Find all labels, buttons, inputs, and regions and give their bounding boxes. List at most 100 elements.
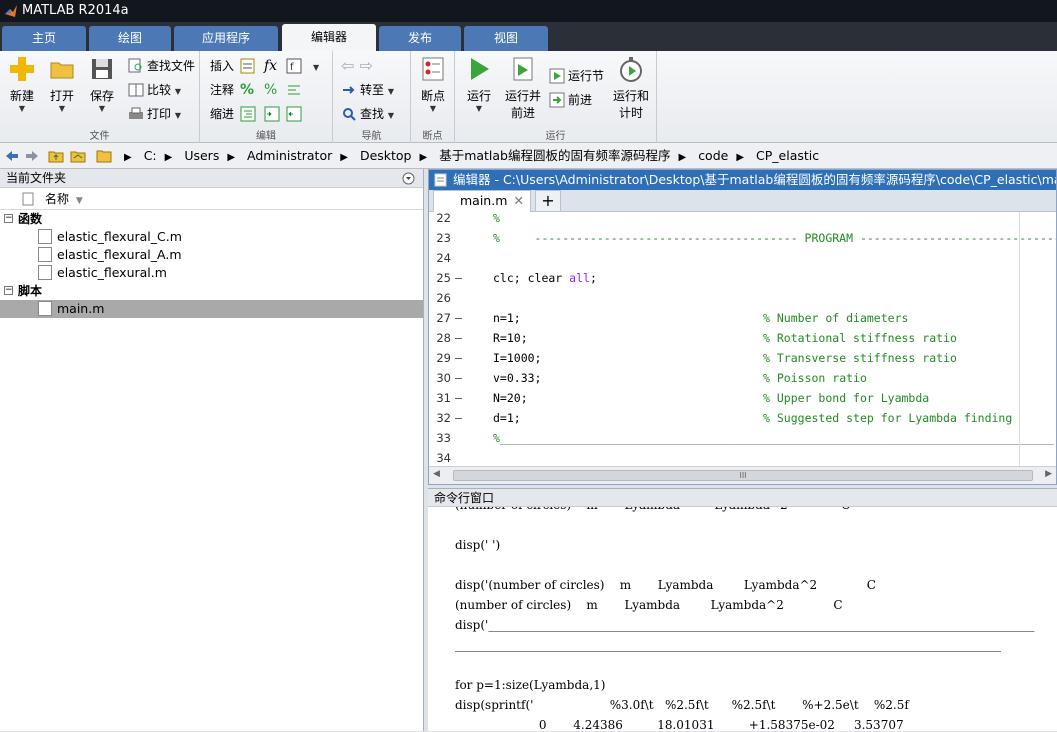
comment-percent-icon[interactable]: % xyxy=(240,79,254,101)
insert-function-icon[interactable]: f ▼ xyxy=(286,55,319,77)
browse-folder-icon[interactable] xyxy=(70,148,86,164)
tab-publish[interactable]: 发布 xyxy=(379,26,461,51)
code-line[interactable]: 34 xyxy=(429,448,1056,462)
uncomment-icon[interactable]: % xyxy=(264,79,277,101)
breakpoints-button[interactable]: 断点 ▼ xyxy=(413,55,453,114)
run-and-advance-button[interactable]: 运行并 前进 xyxy=(501,55,545,121)
file-item[interactable]: elastic_flexural_A.m xyxy=(0,246,423,264)
indent-button[interactable]: 缩进 xyxy=(210,103,234,125)
advance-button[interactable]: 前进 xyxy=(549,89,592,111)
tab-view[interactable]: 视图 xyxy=(464,26,548,51)
run-time-label-2: 计时 xyxy=(618,106,643,120)
code-comment: % Upper bond for Lyambda xyxy=(763,391,930,405)
run-time-label-1: 运行和 xyxy=(612,89,649,103)
breadcrumb-chevron-icon: ▶ xyxy=(340,152,348,163)
file-item[interactable]: elastic_flexural.m xyxy=(0,264,423,282)
code-comment: % Suggested step for Lyambda finding xyxy=(763,411,1013,425)
breadcrumb-item[interactable]: Desktop xyxy=(360,148,412,163)
code-comment: % Number of diameters xyxy=(763,311,909,325)
find-files-button[interactable]: 查找文件 xyxy=(128,55,195,77)
code-line[interactable]: 24 xyxy=(429,248,1056,268)
up-folder-icon[interactable] xyxy=(48,148,64,164)
code-line[interactable]: 26 xyxy=(429,288,1056,308)
decrease-indent-icon[interactable] xyxy=(286,103,305,125)
run-section-button[interactable]: 运行节 xyxy=(549,65,604,87)
tab-apps[interactable]: 应用程序 xyxy=(174,26,278,51)
breadcrumb-item[interactable]: code xyxy=(698,148,728,163)
code-area[interactable]: 22% 23 % ---------------------------------… xyxy=(429,208,1056,462)
scrollbar-thumb[interactable]: III xyxy=(453,470,1033,481)
run-section-label: 运行节 xyxy=(568,69,605,83)
code-line[interactable]: 31– N=20; % Upper bond for Lyambda xyxy=(429,388,1056,408)
open-button[interactable]: 打开 ▼ xyxy=(42,55,82,114)
code-comment: % Transverse stiffness ratio xyxy=(763,351,957,365)
stopwatch-icon xyxy=(617,55,645,83)
breadcrumb-item[interactable]: C: xyxy=(144,148,157,163)
code-line[interactable]: 29– I=1000; % Transverse stiffness ratio xyxy=(429,348,1056,368)
command-window-output[interactable]: (number of circles) m Lyambda Lyambda^2 … xyxy=(428,507,1057,732)
file-item[interactable]: elastic_flexural_C.m xyxy=(0,228,423,246)
wrap-comment-icon[interactable] xyxy=(286,79,305,101)
command-output-line: ________________________________________… xyxy=(455,638,1001,652)
breadcrumb-item[interactable]: Users xyxy=(184,148,219,163)
editor-title-bar: 编辑器 - C:\Users\Administrator\Desktop\基于m… xyxy=(429,170,1056,190)
back-nav-icon[interactable]: ⇦ ⇨ xyxy=(341,55,373,77)
run-and-time-button[interactable]: 运行和 计时 xyxy=(611,55,651,121)
column-header-name[interactable]: 名称 ▼ xyxy=(0,188,423,210)
forward-arrow-icon[interactable] xyxy=(24,148,40,164)
code-comment: %_______________________________________… xyxy=(493,431,1054,445)
code-line[interactable]: 23 % ------------------------------------… xyxy=(429,228,1056,248)
smart-indent-icon[interactable] xyxy=(240,103,259,125)
indent-label: 缩进 xyxy=(210,107,235,121)
print-button[interactable]: 打印 ▼ xyxy=(128,103,181,125)
back-arrow-icon[interactable] xyxy=(4,148,20,164)
function-file-icon xyxy=(38,265,52,280)
group-functions[interactable]: − 函数 xyxy=(0,210,423,228)
code-line[interactable]: 32– d=1; % Suggested step for Lyambda fin… xyxy=(429,408,1056,428)
collapse-toggle-icon[interactable]: − xyxy=(4,214,13,223)
comment-button[interactable]: 注释 xyxy=(210,79,234,101)
dropdown-arrow-icon: ▼ xyxy=(58,104,66,113)
find-button[interactable]: 查找 ▼ xyxy=(341,103,394,125)
insert-button[interactable]: 插入 xyxy=(210,55,234,77)
current-folder-title: 当前文件夹 xyxy=(6,171,67,185)
code-line[interactable]: 25– clc; clear all; xyxy=(429,268,1056,288)
collapse-toggle-icon[interactable]: − xyxy=(4,286,13,295)
new-button[interactable]: 新建 ▼ xyxy=(2,55,42,114)
code-text: v=0.33; % Poisson ratio xyxy=(493,371,867,385)
executable-marker: – xyxy=(455,371,462,385)
tab-editor[interactable]: 编辑器 xyxy=(282,24,376,51)
scroll-right-icon[interactable]: ▶ xyxy=(1045,469,1052,479)
editor-title: 编辑器 - C:\Users\Administrator\Desktop\基于m… xyxy=(453,172,1056,187)
file-item-selected[interactable]: main.m xyxy=(0,300,423,318)
tab-plots[interactable]: 绘图 xyxy=(89,26,171,51)
code-text: R=10; % Rotational stiffness ratio xyxy=(493,331,957,345)
script-file-icon xyxy=(38,301,52,316)
code-text: d=1; % Suggested step for Lyambda findin… xyxy=(493,411,1013,425)
code-line[interactable]: 30– v=0.33; % Poisson ratio xyxy=(429,368,1056,388)
tab-home[interactable]: 主页 xyxy=(2,26,86,51)
file-name: elastic_flexural.m xyxy=(57,265,167,280)
code-line[interactable]: 22% xyxy=(429,208,1056,228)
breadcrumb-item[interactable]: Administrator xyxy=(247,148,332,163)
code-line[interactable]: 33 %_____________________________________… xyxy=(429,428,1056,448)
run-button[interactable]: 运行 ▼ xyxy=(459,55,499,114)
horizontal-scrollbar[interactable]: ◀ III ▶ xyxy=(429,466,1056,484)
breadcrumb-item[interactable]: CP_elastic xyxy=(756,148,819,163)
save-button[interactable]: 保存 ▼ xyxy=(82,55,122,114)
increase-indent-icon[interactable] xyxy=(264,103,283,125)
insert-section-icon[interactable] xyxy=(240,55,259,77)
panel-menu-icon[interactable] xyxy=(402,172,415,185)
group-scripts[interactable]: − 脚本 xyxy=(0,282,423,300)
advance-icon xyxy=(549,92,565,108)
breadcrumb-item[interactable]: 基于matlab编程圆板的固有频率源码程序 xyxy=(439,148,670,163)
fx-button[interactable]: fx xyxy=(264,55,277,77)
advance-label: 前进 xyxy=(568,93,593,107)
compare-button[interactable]: 比较 ▼ xyxy=(128,79,181,101)
code-text: I=1000; % Transverse stiffness ratio xyxy=(493,351,957,365)
code-line[interactable]: 27– n=1; % Number of diameters xyxy=(429,308,1056,328)
floppy-save-icon xyxy=(88,55,116,83)
goto-button[interactable]: 转至 ▼ xyxy=(341,79,394,101)
code-line[interactable]: 28– R=10; % Rotational stiffness ratio xyxy=(429,328,1056,348)
scroll-left-icon[interactable]: ◀ xyxy=(433,469,440,479)
